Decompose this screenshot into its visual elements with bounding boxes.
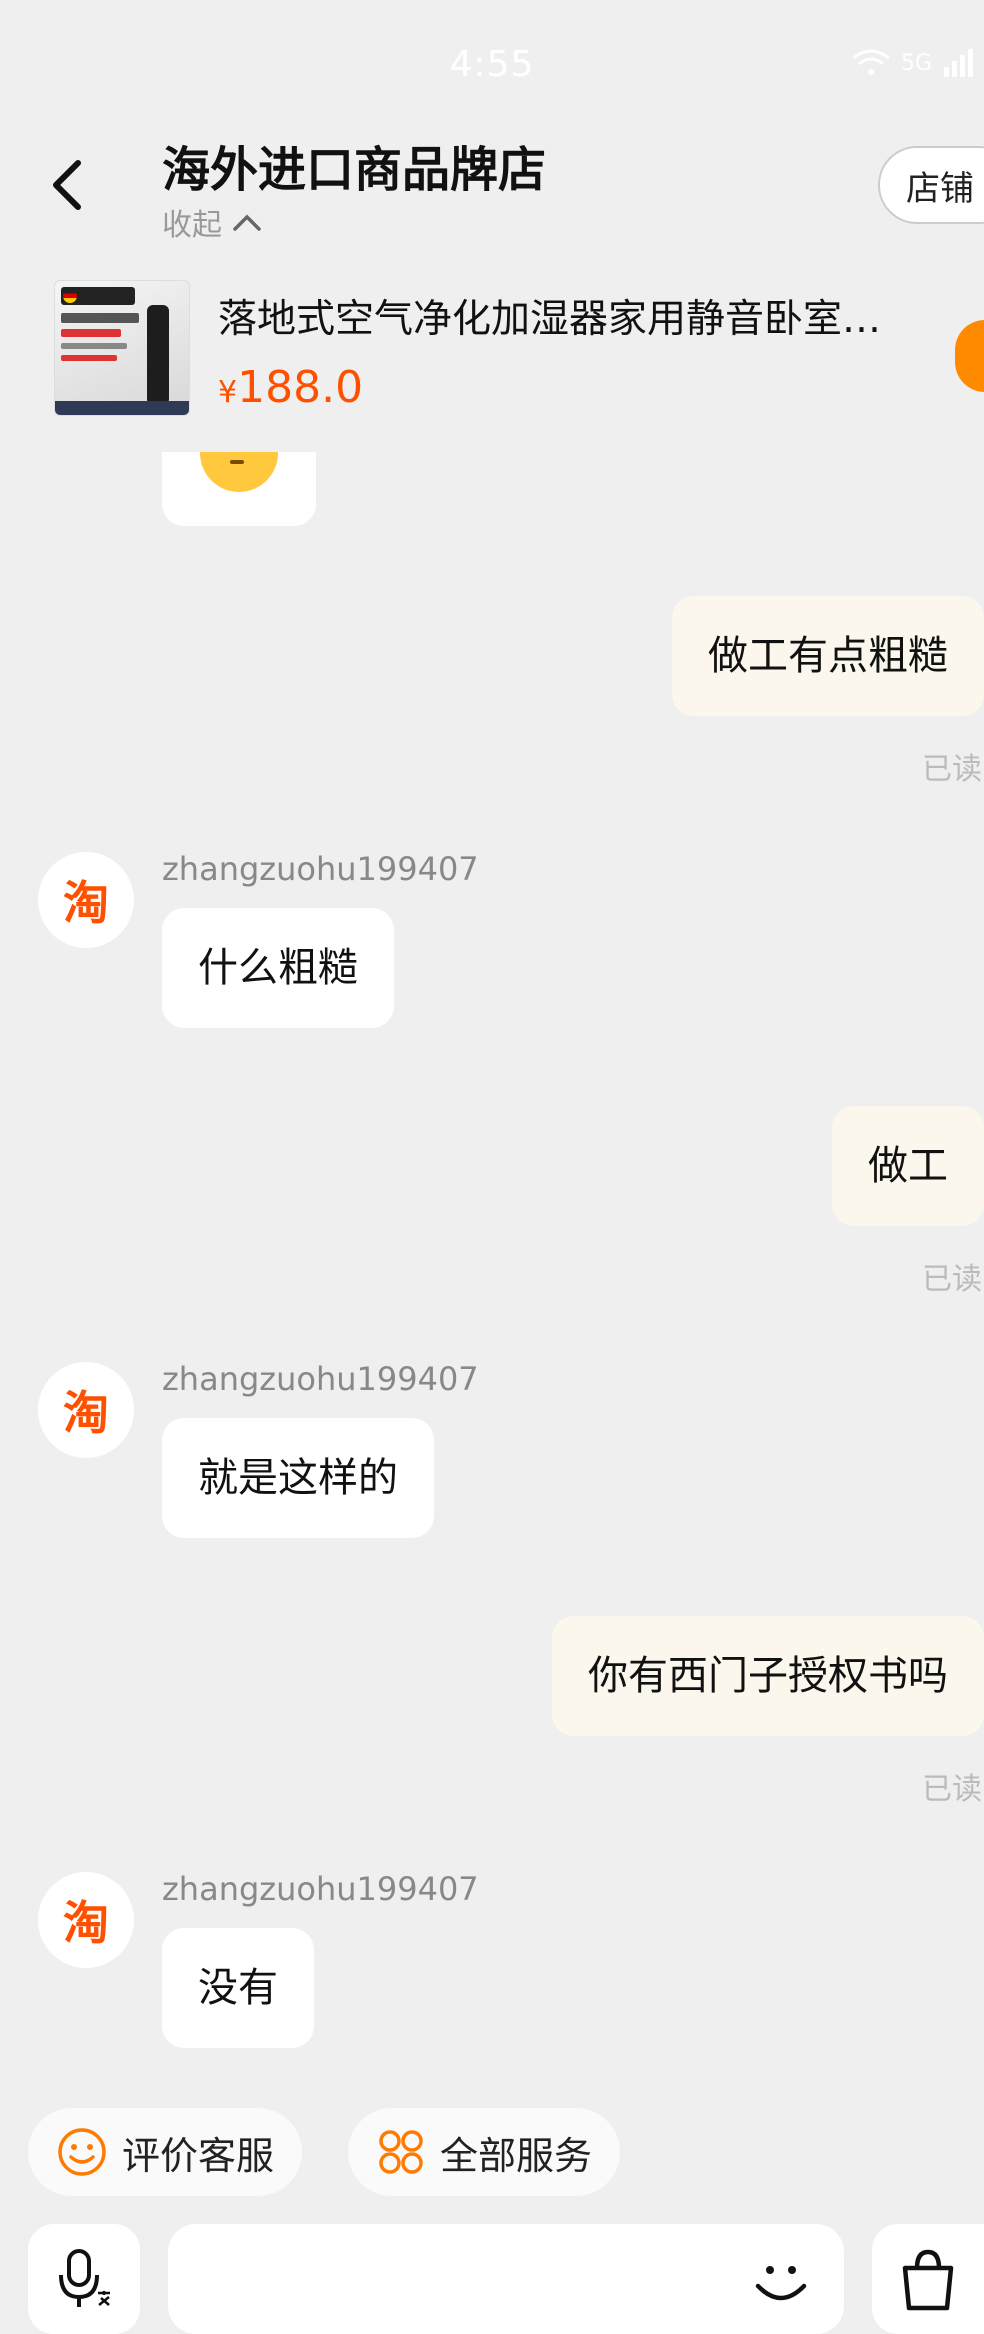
- input-bar: [0, 2220, 984, 2334]
- message-input[interactable]: [168, 2224, 844, 2334]
- status-time: 4:55: [449, 44, 535, 85]
- network-label: 5G: [900, 50, 932, 76]
- all-services-button[interactable]: 全部服务: [348, 2108, 621, 2196]
- sender-name: zhangzuohu199407: [162, 1870, 479, 1908]
- avatar[interactable]: 淘: [38, 852, 134, 948]
- read-status: 已读: [922, 752, 982, 787]
- taobao-logo-icon: 淘: [63, 1386, 109, 1440]
- taobao-logo-icon: 淘: [63, 1896, 109, 1950]
- sender-name: zhangzuohu199407: [162, 850, 479, 888]
- back-button[interactable]: [50, 150, 100, 220]
- wifi-icon: [852, 49, 890, 75]
- emoji-icon: [200, 452, 278, 492]
- incoming-message[interactable]: 没有: [162, 1928, 314, 2048]
- smiley-icon: [58, 2128, 106, 2176]
- read-status: 已读: [922, 1772, 982, 1807]
- message-list[interactable]: 做工有点粗糙 已读 淘 zhangzuohu199407 什么粗糙 做工 已读 …: [0, 452, 984, 2052]
- emoji-message: [162, 452, 316, 526]
- chat-screen: 4:55 5G 海外进口商品牌店 收起 店铺 落地式空气净化加湿器家用静音卧室大…: [0, 0, 984, 2334]
- emoji-icon[interactable]: [748, 2248, 814, 2314]
- product-card[interactable]: 落地式空气净化加湿器家用静音卧室大雾量 ¥188.0: [0, 262, 984, 452]
- status-bar: 4:55 5G: [0, 0, 984, 130]
- taobao-logo-icon: 淘: [63, 876, 109, 930]
- rate-service-label: 评价客服: [122, 2133, 275, 2178]
- price-value: 188.0: [237, 362, 364, 413]
- product-price: ¥188.0: [218, 362, 363, 413]
- outgoing-message[interactable]: 做工: [832, 1106, 984, 1226]
- status-icons: 5G: [851, 48, 976, 78]
- microphone-icon: [59, 2249, 110, 2307]
- price-currency: ¥: [218, 375, 238, 410]
- rate-service-button[interactable]: 评价客服: [28, 2108, 303, 2196]
- shopping-bag-button[interactable]: [872, 2224, 984, 2334]
- incoming-message[interactable]: 什么粗糙: [162, 908, 394, 1028]
- signal-icon: [944, 49, 973, 77]
- product-thumbnail[interactable]: [54, 280, 190, 416]
- voice-input-button[interactable]: [28, 2224, 140, 2334]
- outgoing-message[interactable]: 做工有点粗糙: [672, 596, 984, 716]
- outgoing-message[interactable]: 你有西门子授权书吗: [552, 1616, 984, 1736]
- avatar[interactable]: 淘: [38, 1362, 134, 1458]
- shop-button[interactable]: 店铺: [878, 146, 984, 224]
- incoming-message[interactable]: 就是这样的: [162, 1418, 434, 1538]
- shop-title: 海外进口商品牌店: [162, 142, 547, 198]
- services-grid-icon: [379, 2130, 423, 2174]
- read-status: 已读: [922, 1262, 982, 1297]
- shopping-bag-icon: [902, 2249, 954, 2311]
- avatar[interactable]: 淘: [38, 1872, 134, 1968]
- collapse-label: 收起: [162, 208, 222, 243]
- collapse-toggle[interactable]: 收起: [162, 200, 262, 244]
- chevron-up-icon: [233, 214, 261, 231]
- back-arrow-icon: [53, 160, 81, 210]
- product-title: 落地式空气净化加湿器家用静音卧室大雾量: [218, 297, 918, 342]
- all-services-label: 全部服务: [440, 2133, 593, 2178]
- sender-name: zhangzuohu199407: [162, 1360, 479, 1398]
